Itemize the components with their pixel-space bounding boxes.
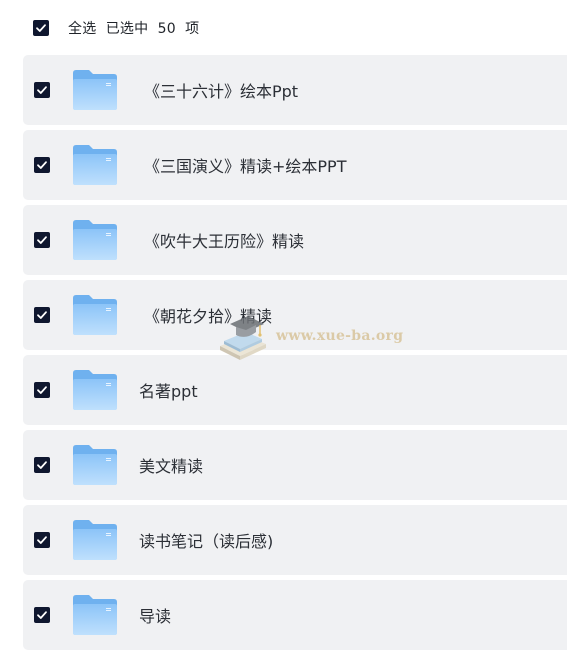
folder-row[interactable]: 《朝花夕拾》精读 [23, 280, 567, 350]
file-list: 《三十六计》绘本Ppt 《三国演义》精读+绘本PPT 《吹牛大王历险》精读 《朝… [23, 55, 567, 655]
folder-name[interactable]: 《吹牛大王历险》精读 [144, 228, 304, 252]
checkmark-icon [37, 161, 47, 169]
folder-name[interactable]: 导读 [139, 603, 171, 627]
folder-name[interactable]: 美文精读 [139, 453, 203, 477]
folder-row[interactable]: 《三十六计》绘本Ppt [23, 55, 567, 125]
folder-row[interactable]: 名著ppt [23, 355, 567, 425]
row-checkbox[interactable] [34, 532, 50, 548]
folder-icon [72, 444, 118, 486]
folder-row[interactable]: 导读 [23, 580, 567, 650]
folder-icon [72, 594, 118, 636]
checkmark-icon [37, 86, 47, 94]
folder-row[interactable]: 《吹牛大王历险》精读 [23, 205, 567, 275]
row-checkbox[interactable] [34, 307, 50, 323]
checkmark-icon [37, 461, 47, 469]
checkmark-icon [37, 311, 47, 319]
folder-name[interactable]: 《朝花夕拾》精读 [144, 303, 272, 327]
selection-count-text: 全选 已选中 50 项 [68, 21, 200, 37]
folder-row[interactable]: 美文精读 [23, 430, 567, 500]
row-checkbox[interactable] [34, 157, 50, 173]
row-checkbox[interactable] [34, 382, 50, 398]
folder-name[interactable]: 《三国演义》精读+绘本PPT [144, 153, 346, 177]
checkmark-icon [37, 611, 47, 619]
checkmark-icon [37, 536, 47, 544]
row-checkbox[interactable] [34, 457, 50, 473]
row-checkbox[interactable] [34, 232, 50, 248]
folder-icon [72, 519, 118, 561]
folder-icon [72, 294, 118, 336]
select-all-checkbox[interactable] [33, 20, 49, 36]
folder-icon [72, 369, 118, 411]
selection-header: 全选 已选中 50 项 [0, 0, 567, 56]
folder-name[interactable]: 读书笔记（读后感) [139, 528, 273, 552]
folder-icon [72, 144, 118, 186]
row-checkbox[interactable] [34, 82, 50, 98]
checkmark-icon [36, 24, 46, 32]
folder-name[interactable]: 《三十六计》绘本Ppt [144, 78, 298, 102]
folder-icon [72, 219, 118, 261]
folder-name[interactable]: 名著ppt [139, 378, 198, 402]
row-checkbox[interactable] [34, 607, 50, 623]
checkmark-icon [37, 386, 47, 394]
folder-row[interactable]: 读书笔记（读后感) [23, 505, 567, 575]
folder-row[interactable]: 《三国演义》精读+绘本PPT [23, 130, 567, 200]
checkmark-icon [37, 236, 47, 244]
folder-icon [72, 69, 118, 111]
